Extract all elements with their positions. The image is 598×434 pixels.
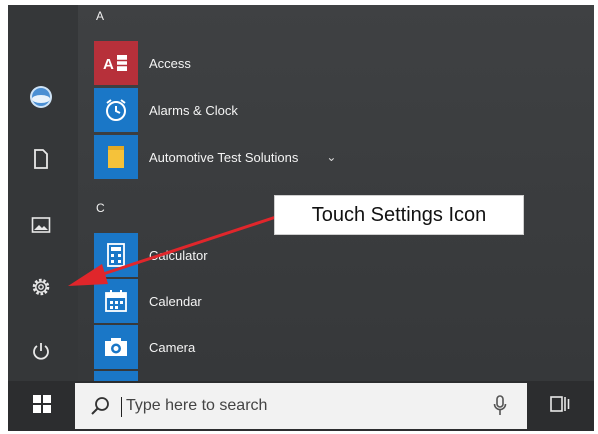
start-menu: A C A Access Alarms & Clock Automotive T… <box>8 5 594 381</box>
task-view-icon <box>549 394 571 419</box>
start-button[interactable] <box>22 389 62 423</box>
annotation-callout: Touch Settings Icon <box>274 195 524 235</box>
screenshot-frame: A C A Access Alarms & Clock Automotive T… <box>8 5 594 431</box>
microphone-icon[interactable] <box>493 395 507 422</box>
task-view-button[interactable] <box>543 391 577 421</box>
search-placeholder: Type here to search <box>126 397 268 414</box>
annotation-arrow <box>68 215 277 286</box>
search-icon <box>89 395 111 422</box>
windows-logo-icon <box>33 394 51 418</box>
taskbar-search[interactable]: Type here to search <box>75 383 527 429</box>
text-caret <box>121 397 122 417</box>
taskbar: Type here to search <box>8 381 594 431</box>
